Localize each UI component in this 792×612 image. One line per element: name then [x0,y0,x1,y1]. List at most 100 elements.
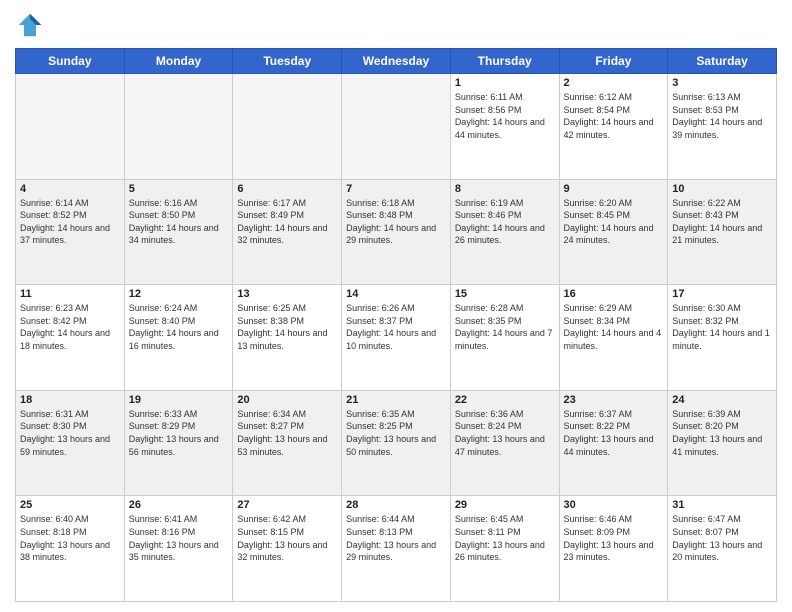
day-info: Sunrise: 6:11 AM Sunset: 8:56 PM Dayligh… [455,91,555,141]
day-number: 18 [20,394,120,406]
calendar-cell: 16 Sunrise: 6:29 AM Sunset: 8:34 PM Dayli… [559,285,668,391]
day-header-row: SundayMondayTuesdayWednesdayThursdayFrid… [16,49,777,74]
day-info: Sunrise: 6:14 AM Sunset: 8:52 PM Dayligh… [20,197,120,247]
header [15,10,777,40]
calendar-cell: 12 Sunrise: 6:24 AM Sunset: 8:40 PM Dayli… [124,285,233,391]
day-info: Sunrise: 6:22 AM Sunset: 8:43 PM Dayligh… [672,197,772,247]
calendar-cell: 6 Sunrise: 6:17 AM Sunset: 8:49 PM Daylig… [233,179,342,285]
calendar-cell: 27 Sunrise: 6:42 AM Sunset: 8:15 PM Dayli… [233,496,342,602]
day-info: Sunrise: 6:37 AM Sunset: 8:22 PM Dayligh… [564,408,664,458]
calendar-cell: 9 Sunrise: 6:20 AM Sunset: 8:45 PM Daylig… [559,179,668,285]
day-info: Sunrise: 6:12 AM Sunset: 8:54 PM Dayligh… [564,91,664,141]
calendar-cell: 20Sunrise: 6:34 AM Sunset: 8:27 PM Dayli… [233,390,342,496]
day-info: Sunrise: 6:19 AM Sunset: 8:46 PM Dayligh… [455,197,555,247]
calendar-cell: 23 Sunrise: 6:37 AM Sunset: 8:22 PM Dayli… [559,390,668,496]
day-number: 21 [346,394,446,406]
day-info: Sunrise: 6:46 AM Sunset: 8:09 PM Dayligh… [564,513,664,563]
day-info: Sunrise: 6:39 AM Sunset: 8:20 PM Dayligh… [672,408,772,458]
calendar-cell: 3 Sunrise: 6:13 AM Sunset: 8:53 PM Daylig… [668,74,777,180]
day-number: 14 [346,288,446,300]
day-number: 31 [672,499,772,511]
day-info: Sunrise: 6:35 AM Sunset: 8:25 PM Dayligh… [346,408,446,458]
day-info: Sunrise: 6:20 AM Sunset: 8:45 PM Dayligh… [564,197,664,247]
calendar-cell: 7Sunrise: 6:18 AM Sunset: 8:48 PM Daylig… [342,179,451,285]
day-number: 19 [129,394,229,406]
calendar-table: SundayMondayTuesdayWednesdayThursdayFrid… [15,48,777,602]
day-info: Sunrise: 6:28 AM Sunset: 8:35 PM Dayligh… [455,302,555,352]
day-number: 25 [20,499,120,511]
day-header-friday: Friday [559,49,668,74]
week-row-0: 1 Sunrise: 6:11 AM Sunset: 8:56 PM Daylig… [16,74,777,180]
day-info: Sunrise: 6:31 AM Sunset: 8:30 PM Dayligh… [20,408,120,458]
week-row-1: 4 Sunrise: 6:14 AM Sunset: 8:52 PM Daylig… [16,179,777,285]
day-number: 10 [672,183,772,195]
day-info: Sunrise: 6:16 AM Sunset: 8:50 PM Dayligh… [129,197,229,247]
day-number: 4 [20,183,120,195]
day-number: 3 [672,77,772,89]
day-number: 20 [237,394,337,406]
calendar-cell: 14Sunrise: 6:26 AM Sunset: 8:37 PM Dayli… [342,285,451,391]
calendar-cell [342,74,451,180]
day-header-tuesday: Tuesday [233,49,342,74]
day-number: 29 [455,499,555,511]
day-info: Sunrise: 6:47 AM Sunset: 8:07 PM Dayligh… [672,513,772,563]
day-number: 6 [237,183,337,195]
calendar-cell: 28Sunrise: 6:44 AM Sunset: 8:13 PM Dayli… [342,496,451,602]
day-number: 27 [237,499,337,511]
day-number: 22 [455,394,555,406]
day-number: 9 [564,183,664,195]
day-number: 26 [129,499,229,511]
day-info: Sunrise: 6:33 AM Sunset: 8:29 PM Dayligh… [129,408,229,458]
calendar-cell: 29Sunrise: 6:45 AM Sunset: 8:11 PM Dayli… [450,496,559,602]
calendar-cell [124,74,233,180]
calendar-cell: 1 Sunrise: 6:11 AM Sunset: 8:56 PM Daylig… [450,74,559,180]
calendar-cell: 25 Sunrise: 6:40 AM Sunset: 8:18 PM Dayli… [16,496,125,602]
day-number: 23 [564,394,664,406]
day-info: Sunrise: 6:18 AM Sunset: 8:48 PM Dayligh… [346,197,446,247]
day-info: Sunrise: 6:44 AM Sunset: 8:13 PM Dayligh… [346,513,446,563]
day-number: 8 [455,183,555,195]
day-info: Sunrise: 6:25 AM Sunset: 8:38 PM Dayligh… [237,302,337,352]
calendar-cell: 15Sunrise: 6:28 AM Sunset: 8:35 PM Dayli… [450,285,559,391]
calendar-cell: 22Sunrise: 6:36 AM Sunset: 8:24 PM Dayli… [450,390,559,496]
day-info: Sunrise: 6:42 AM Sunset: 8:15 PM Dayligh… [237,513,337,563]
calendar-cell: 10 Sunrise: 6:22 AM Sunset: 8:43 PM Dayli… [668,179,777,285]
calendar-cell: 31 Sunrise: 6:47 AM Sunset: 8:07 PM Dayli… [668,496,777,602]
day-info: Sunrise: 6:17 AM Sunset: 8:49 PM Dayligh… [237,197,337,247]
calendar-cell: 21 Sunrise: 6:35 AM Sunset: 8:25 PM Dayli… [342,390,451,496]
logo-icon [15,10,45,40]
week-row-2: 11 Sunrise: 6:23 AM Sunset: 8:42 PM Dayli… [16,285,777,391]
calendar-cell: 2 Sunrise: 6:12 AM Sunset: 8:54 PM Daylig… [559,74,668,180]
week-row-4: 25 Sunrise: 6:40 AM Sunset: 8:18 PM Dayli… [16,496,777,602]
day-header-saturday: Saturday [668,49,777,74]
day-info: Sunrise: 6:40 AM Sunset: 8:18 PM Dayligh… [20,513,120,563]
calendar-cell: 24Sunrise: 6:39 AM Sunset: 8:20 PM Dayli… [668,390,777,496]
day-info: Sunrise: 6:13 AM Sunset: 8:53 PM Dayligh… [672,91,772,141]
day-header-wednesday: Wednesday [342,49,451,74]
day-number: 2 [564,77,664,89]
calendar-cell: 11 Sunrise: 6:23 AM Sunset: 8:42 PM Dayli… [16,285,125,391]
calendar-cell: 30 Sunrise: 6:46 AM Sunset: 8:09 PM Dayli… [559,496,668,602]
calendar-header: SundayMondayTuesdayWednesdayThursdayFrid… [16,49,777,74]
calendar-body: 1 Sunrise: 6:11 AM Sunset: 8:56 PM Daylig… [16,74,777,602]
calendar-cell: 17 Sunrise: 6:30 AM Sunset: 8:32 PM Dayli… [668,285,777,391]
day-header-sunday: Sunday [16,49,125,74]
day-number: 16 [564,288,664,300]
calendar-cell [233,74,342,180]
day-number: 30 [564,499,664,511]
calendar-cell: 18 Sunrise: 6:31 AM Sunset: 8:30 PM Dayli… [16,390,125,496]
day-number: 13 [237,288,337,300]
day-info: Sunrise: 6:23 AM Sunset: 8:42 PM Dayligh… [20,302,120,352]
day-info: Sunrise: 6:24 AM Sunset: 8:40 PM Dayligh… [129,302,229,352]
day-number: 11 [20,288,120,300]
day-info: Sunrise: 6:30 AM Sunset: 8:32 PM Dayligh… [672,302,772,352]
logo [15,10,49,40]
day-info: Sunrise: 6:29 AM Sunset: 8:34 PM Dayligh… [564,302,664,352]
day-number: 17 [672,288,772,300]
day-number: 12 [129,288,229,300]
calendar-cell: 4 Sunrise: 6:14 AM Sunset: 8:52 PM Daylig… [16,179,125,285]
calendar-cell: 5Sunrise: 6:16 AM Sunset: 8:50 PM Daylig… [124,179,233,285]
calendar-cell: 26Sunrise: 6:41 AM Sunset: 8:16 PM Dayli… [124,496,233,602]
calendar-cell: 19 Sunrise: 6:33 AM Sunset: 8:29 PM Dayli… [124,390,233,496]
day-number: 1 [455,77,555,89]
